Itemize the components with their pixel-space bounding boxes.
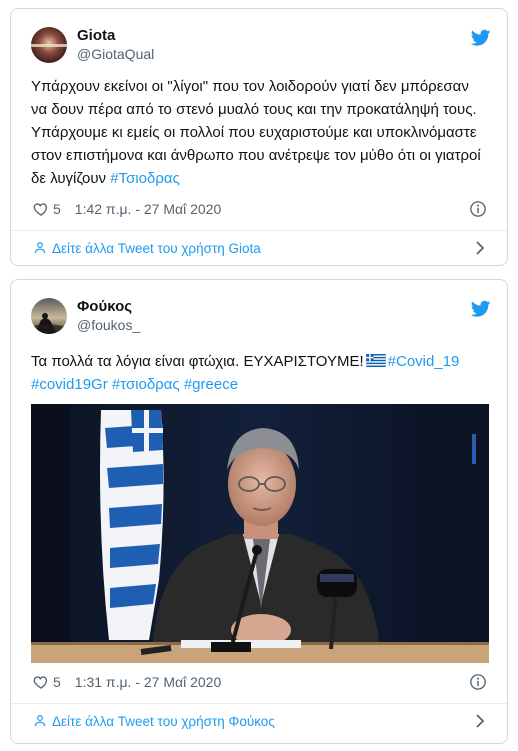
divider [11,703,507,704]
tweet-text: Τα πολλά τα λόγια είναι φτώχια. ΕΥΧΑΡΙΣΤ… [31,350,487,396]
display-name[interactable]: Giota [77,27,154,45]
person-icon [34,715,46,727]
tweet-header: Giota @GiotaQual [31,25,154,65]
heart-icon[interactable] [33,201,49,217]
person-icon [34,242,46,254]
avatar[interactable] [31,27,67,63]
user-handle[interactable]: @GiotaQual [77,45,154,63]
tweet-body: Υπάρχουν εκείνοι οι "λίγοι" που τον λοιδ… [31,78,481,187]
hashtag-link[interactable]: #Covid_19 [388,353,460,370]
info-icon[interactable] [469,673,487,691]
chevron-right-icon[interactable] [475,714,485,728]
greek-flag-emoji [365,354,386,367]
more-tweets-link[interactable]: Δείτε άλλα Tweet του χρήστη Φούκος [33,711,489,731]
timestamp[interactable]: 1:31 π.μ. - 27 Μαΐ 2020 [75,674,221,690]
hashtag-link[interactable]: #Τσιοδρας [110,170,180,187]
hashtag-link[interactable]: #τσιοδρας [112,376,180,393]
user-handle[interactable]: @foukos_ [77,316,140,334]
avatar[interactable] [31,298,67,334]
twitter-bird-icon[interactable] [471,300,491,318]
more-tweets-label[interactable]: Δείτε άλλα Tweet του χρήστη Φούκος [52,714,275,729]
chevron-right-icon[interactable] [475,241,485,255]
more-tweets-label[interactable]: Δείτε άλλα Tweet του χρήστη Giota [52,241,261,256]
tweet-meta: 5 1:42 π.μ. - 27 Μαΐ 2020 [33,199,489,219]
like-count: 5 [53,201,61,217]
hashtag-link[interactable]: #covid19Gr [31,376,108,393]
timestamp[interactable]: 1:42 π.μ. - 27 Μαΐ 2020 [75,201,221,217]
tweet-header: Φούκος @foukos_ [31,296,140,336]
tweet-meta: 5 1:31 π.μ. - 27 Μαΐ 2020 [33,672,489,692]
tweet-card[interactable]: Giota @GiotaQual Υπάρχουν εκείνοι οι "λί… [10,8,508,266]
tweet-body: Τα πολλά τα λόγια είναι φτώχια. ΕΥΧΑΡΙΣΤ… [31,353,364,370]
tweet-card[interactable]: Φούκος @foukos_ Τα πολλά τα λόγια είναι … [10,279,508,744]
heart-icon[interactable] [33,674,49,690]
like-count: 5 [53,674,61,690]
more-tweets-link[interactable]: Δείτε άλλα Tweet του χρήστη Giota [33,238,489,258]
tweet-text: Υπάρχουν εκείνοι οι "λίγοι" που τον λοιδ… [31,75,487,190]
info-icon[interactable] [469,200,487,218]
hashtag-link[interactable]: #greece [184,376,238,393]
twitter-bird-icon[interactable] [471,29,491,47]
tweet-photo[interactable] [31,404,489,663]
divider [11,230,507,231]
display-name[interactable]: Φούκος [77,298,140,316]
